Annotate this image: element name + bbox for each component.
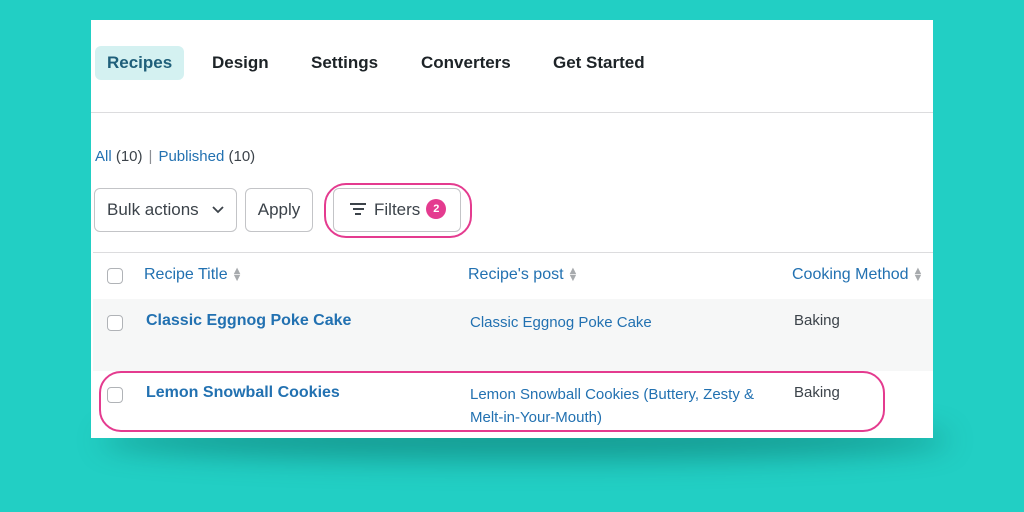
bulk-actions-select[interactable]: Bulk actions bbox=[94, 188, 237, 232]
recipes-admin-panel: Recipes Design Settings Converters Get S… bbox=[91, 20, 933, 438]
tab-recipes[interactable]: Recipes bbox=[95, 46, 185, 80]
view-published-link[interactable]: Published bbox=[158, 148, 224, 165]
column-recipe-title-label: Recipe Title bbox=[144, 266, 228, 283]
sort-arrows-icon: ▲ ▼ bbox=[567, 264, 579, 284]
table-header: Recipe Title ▲ ▼ Recipe's post ▲ ▼ Cooking M… bbox=[93, 252, 933, 300]
filters-highlight-ring bbox=[324, 183, 472, 238]
sort-arrows-icon: ▲ ▼ bbox=[912, 264, 924, 284]
tab-converters[interactable]: Converters bbox=[409, 46, 523, 80]
recipe-post-link[interactable]: Classic Eggnog Poke Cake bbox=[470, 311, 790, 334]
tab-get-started[interactable]: Get Started bbox=[541, 46, 657, 80]
apply-button[interactable]: Apply bbox=[245, 188, 313, 232]
select-all-checkbox[interactable] bbox=[107, 268, 123, 284]
row-highlight-ring bbox=[99, 371, 885, 432]
view-separator: | bbox=[148, 148, 153, 165]
cooking-method-value: Baking bbox=[794, 312, 840, 329]
table-row: Classic Eggnog Poke Cake Classic Eggnog … bbox=[93, 299, 933, 371]
view-published-count: (10) bbox=[228, 148, 256, 165]
column-cooking-method-label: Cooking Method bbox=[792, 266, 909, 283]
view-all-link[interactable]: All bbox=[95, 148, 112, 165]
column-recipe-post-label: Recipe's post bbox=[468, 266, 564, 283]
tab-settings[interactable]: Settings bbox=[299, 46, 390, 80]
sort-arrows-icon: ▲ ▼ bbox=[231, 264, 243, 284]
column-recipe-title[interactable]: Recipe Title ▲ ▼ bbox=[144, 264, 243, 284]
recipe-title-link[interactable]: Classic Eggnog Poke Cake bbox=[146, 312, 351, 330]
tab-bar: Recipes Design Settings Converters Get S… bbox=[91, 20, 933, 113]
view-filter-links: All (10) | Published (10) bbox=[95, 148, 255, 165]
column-recipe-post[interactable]: Recipe's post ▲ ▼ bbox=[468, 264, 579, 284]
view-all-count: (10) bbox=[115, 148, 143, 165]
column-cooking-method[interactable]: Cooking Method ▲ ▼ bbox=[792, 264, 924, 284]
bulk-actions-label: Bulk actions bbox=[107, 200, 199, 219]
chevron-down-icon bbox=[212, 189, 224, 247]
row-checkbox[interactable] bbox=[107, 315, 123, 331]
tab-design[interactable]: Design bbox=[200, 46, 281, 80]
